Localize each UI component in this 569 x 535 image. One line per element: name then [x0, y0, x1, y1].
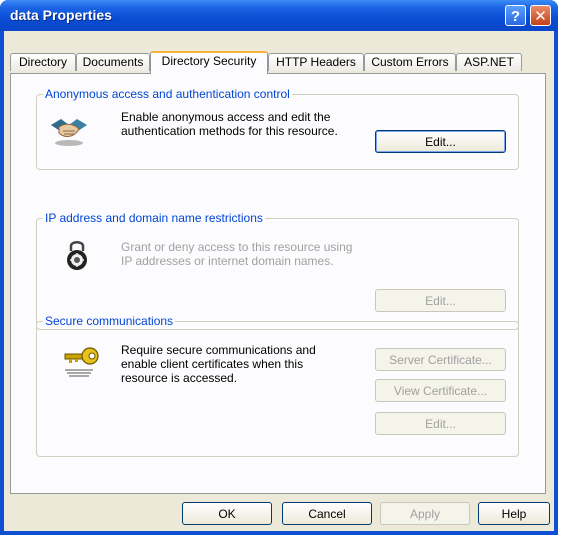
anonymous-access-group: Anonymous access and authentication cont…	[36, 87, 519, 170]
tab-directory-security[interactable]: Directory Security	[150, 51, 268, 74]
secure-group-title: Secure communications	[43, 314, 176, 328]
server-certificate-button[interactable]: Server Certificate...	[375, 348, 506, 371]
secure-description: Require secure communications and enable…	[121, 343, 316, 385]
secure-communications-group: Secure communications Require secure com…	[36, 314, 519, 457]
secure-description-line1: Require secure communications and	[121, 343, 316, 357]
cancel-button[interactable]: Cancel	[282, 502, 372, 525]
view-certificate-button[interactable]: View Certificate...	[375, 379, 506, 402]
tab-custom-errors[interactable]: Custom Errors	[364, 53, 456, 71]
tab-documents[interactable]: Documents	[76, 53, 150, 71]
ip-description: Grant or deny access to this resource us…	[121, 240, 352, 268]
anonymous-edit-button[interactable]: Edit...	[375, 130, 506, 153]
tab-strip: Directory Documents Directory Security H…	[10, 51, 550, 74]
help-title-button[interactable]: ?	[505, 5, 526, 26]
ok-button[interactable]: OK	[182, 502, 272, 525]
ip-edit-button[interactable]: Edit...	[375, 289, 506, 312]
tab-aspnet[interactable]: ASP.NET	[456, 53, 522, 71]
key-icon	[64, 347, 99, 377]
secure-edit-button[interactable]: Edit...	[375, 412, 506, 435]
title-bar[interactable]: data Properties ? ✕	[0, 0, 558, 31]
ip-description-line1: Grant or deny access to this resource us…	[121, 240, 353, 254]
ip-group-title: IP address and domain name restrictions	[43, 211, 265, 225]
anonymous-description-line2: authentication methods for this resource…	[121, 124, 338, 138]
help-button[interactable]: Help	[478, 502, 550, 525]
secure-description-line3: resource is accessed.	[121, 371, 238, 385]
secure-description-line2: enable client certificates when this	[121, 357, 304, 371]
directory-security-panel: Anonymous access and authentication cont…	[10, 73, 546, 494]
ip-description-line2: IP addresses or internet domain names.	[121, 254, 334, 268]
anonymous-description-line1: Enable anonymous access and edit the	[121, 110, 331, 124]
handshake-icon	[51, 119, 87, 146]
dialog-client-area: Directory Documents Directory Security H…	[4, 31, 554, 531]
padlock-icon	[67, 241, 87, 270]
tab-directory[interactable]: Directory	[10, 53, 76, 71]
tab-http-headers[interactable]: HTTP Headers	[268, 53, 364, 71]
apply-button[interactable]: Apply	[380, 502, 470, 525]
properties-window: data Properties ? ✕ Directory Documents …	[0, 0, 558, 535]
anonymous-description: Enable anonymous access and edit the aut…	[121, 110, 338, 138]
window-title: data Properties	[10, 7, 112, 23]
anonymous-group-title: Anonymous access and authentication cont…	[43, 87, 292, 101]
close-button[interactable]: ✕	[530, 5, 551, 26]
